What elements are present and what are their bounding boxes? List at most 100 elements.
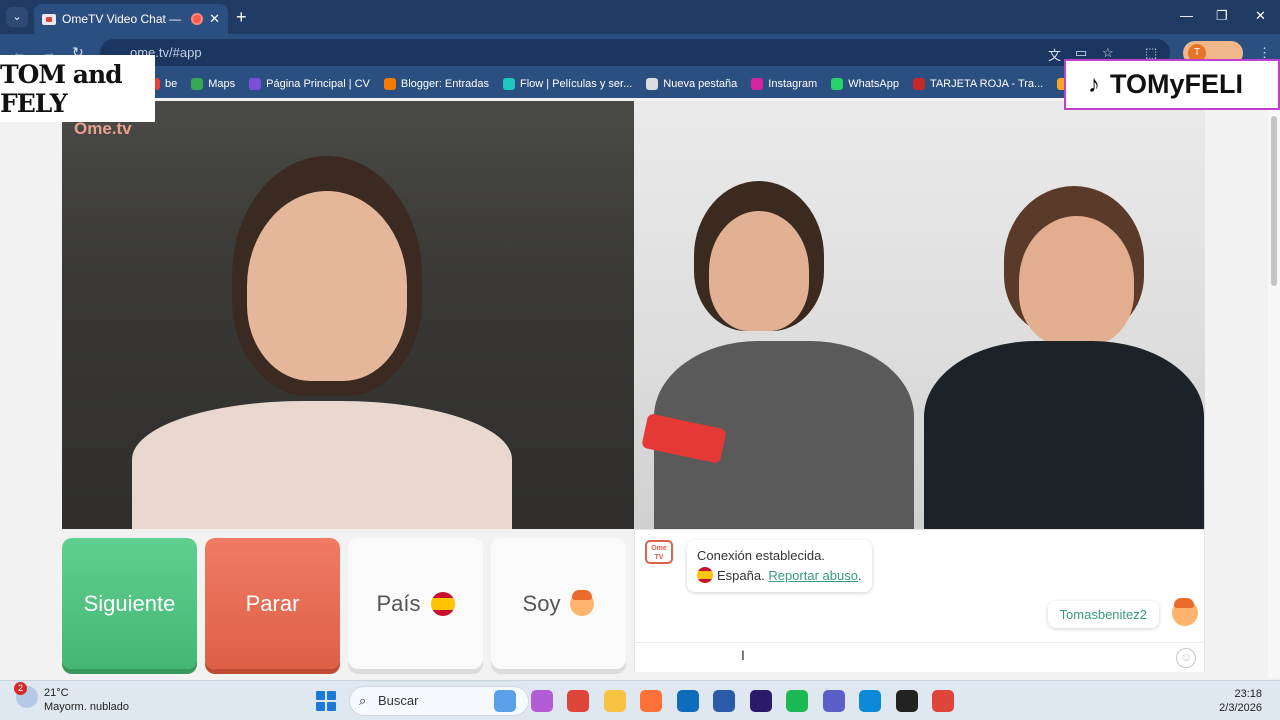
- local-video: Ome.tv: [62, 101, 634, 529]
- chrome-profile-icon[interactable]: [932, 690, 954, 712]
- bookmark-item[interactable]: TARJETA ROJA - Tra...: [912, 78, 1044, 90]
- taskbar: 2 21°C Mayorm. nublado ⌕ Buscar 23:18 2/3…: [0, 680, 1280, 720]
- bookmark-label: WhatsApp: [848, 78, 899, 90]
- next-label: Siguiente: [83, 590, 176, 616]
- recording-icon: [191, 13, 204, 25]
- country-line: España. Reportar abuso.: [697, 566, 862, 586]
- bookmark-favicon-icon: [646, 78, 659, 90]
- restore-icon[interactable]: ❐: [1216, 8, 1228, 24]
- youtube-favicon-icon: [42, 13, 56, 25]
- translate-icon[interactable]: 文: [1048, 45, 1061, 64]
- tom-and-fely-logo: TOM and FELY: [0, 55, 155, 122]
- bookmark-label: Instagram: [768, 78, 818, 90]
- country-button[interactable]: País: [348, 538, 483, 669]
- bookmark-favicon-icon: [831, 78, 844, 90]
- bookmark-label: Página Principal | CV: [266, 78, 370, 90]
- chat-panel: Ome TV Conexión establecida. España. Rep…: [634, 529, 1205, 672]
- logo-text: TOM and FELY: [0, 59, 123, 118]
- soy-label: Soy: [522, 590, 561, 616]
- bookmark-favicon-icon: [751, 78, 764, 90]
- bookmark-label: Flow | Películas y ser...: [519, 78, 633, 90]
- bookmark-favicon-icon: [383, 78, 396, 90]
- report-suffix: .: [857, 568, 862, 583]
- page-scrollbar[interactable]: [1268, 98, 1280, 678]
- start-windows-icon[interactable]: [316, 691, 336, 711]
- knees-shape: [132, 401, 512, 529]
- bookmark-label: Blogger: Entradas: [400, 78, 489, 90]
- date: 2/3/2026: [1219, 702, 1262, 714]
- report-abuse-link[interactable]: Reportar abuso: [768, 568, 858, 583]
- user-avatar-icon: [1172, 598, 1198, 626]
- tiktok-handle: TOMyFELI: [1110, 69, 1244, 99]
- bookmark-item[interactable]: Blogger: Entradas: [383, 78, 489, 90]
- weather-widget[interactable]: 2 21°C Mayorm. nublado: [14, 682, 129, 714]
- window-close-icon[interactable]: ✕: [1255, 8, 1266, 24]
- username-bubble[interactable]: Tomasbenitez2: [1047, 601, 1159, 628]
- weather-desc: Mayorm. nublado: [44, 701, 129, 713]
- country-label: País: [376, 590, 421, 616]
- jersey-shape-right: [924, 341, 1204, 529]
- clock[interactable]: 23:18 2/3/2026: [1219, 687, 1262, 715]
- ometv-watermark: Ome.tv: [74, 119, 132, 138]
- gallery-app-icon[interactable]: [494, 690, 516, 712]
- media-app-icon[interactable]: [895, 690, 918, 712]
- store-icon[interactable]: [713, 690, 735, 712]
- temperature: 21°C: [44, 687, 69, 699]
- tiktok-overlay: ♪ TOMyFELI: [1064, 59, 1280, 110]
- scrollbar-thumb[interactable]: [1271, 116, 1277, 286]
- gender-button[interactable]: Soy: [491, 538, 626, 669]
- connection-status: Conexión establecida.: [697, 548, 825, 563]
- premiere-icon[interactable]: [749, 690, 772, 712]
- minimize-icon[interactable]: —: [1180, 8, 1193, 23]
- bookmark-favicon-icon: [191, 78, 204, 90]
- search-placeholder: Buscar: [378, 693, 419, 708]
- bookmark-item[interactable]: Maps: [191, 78, 235, 90]
- weather-badge: 2: [14, 682, 27, 695]
- tab-search-icon[interactable]: ⌄: [6, 7, 28, 27]
- edge-icon[interactable]: [859, 690, 881, 712]
- copilot-icon[interactable]: [530, 690, 553, 712]
- remote-video: [634, 101, 1205, 529]
- tab-close-icon[interactable]: ✕: [209, 11, 220, 27]
- outlook-icon[interactable]: [676, 690, 699, 712]
- file-explorer-icon[interactable]: [603, 690, 626, 712]
- chrome-icon[interactable]: [567, 690, 589, 712]
- cloud-icon: 2: [14, 682, 38, 708]
- address-bar[interactable]: ome.tv/#app: [100, 39, 1170, 66]
- bookmark-label: be: [165, 78, 178, 90]
- spain-flag-icon: [430, 591, 455, 616]
- bookmark-favicon-icon: [912, 78, 925, 90]
- browser-tabstrip: ⌄ OmeTV Video Chat — Ome ✕ + — ❐ ✕: [0, 0, 1280, 34]
- ometv-tv-icon: Ome TV: [645, 540, 673, 564]
- text-cursor-icon: I: [741, 647, 745, 663]
- face-shape-right: [1019, 216, 1134, 346]
- country-name: España.: [717, 568, 765, 583]
- bookmark-item[interactable]: WhatsApp: [831, 78, 899, 90]
- face-shape-left: [709, 211, 809, 331]
- bookmark-label: Nueva pestaña: [663, 78, 738, 90]
- search-icon: ⌕: [359, 693, 367, 708]
- next-button[interactable]: Siguiente: [62, 538, 197, 669]
- bookmark-item[interactable]: Página Principal | CV: [249, 78, 370, 90]
- stop-button[interactable]: Parar: [205, 538, 340, 669]
- new-tab-button[interactable]: +: [236, 7, 247, 28]
- spotify-icon[interactable]: [786, 690, 808, 712]
- firefox-icon[interactable]: [640, 690, 662, 712]
- tab-ometv[interactable]: OmeTV Video Chat — Ome ✕: [34, 4, 228, 34]
- time: 23:18: [1234, 688, 1262, 700]
- system-message: Conexión establecida. España. Reportar a…: [687, 540, 872, 592]
- stop-label: Parar: [245, 590, 300, 616]
- chat-input[interactable]: I ☺: [635, 642, 1204, 672]
- bookmark-label: TARJETA ROJA - Tra...: [929, 78, 1044, 90]
- bookmark-favicon-icon: [249, 78, 262, 90]
- bookmark-item[interactable]: Instagram: [751, 78, 817, 90]
- teams-icon[interactable]: [822, 690, 845, 712]
- bookmark-label: Maps: [208, 78, 236, 90]
- tab-title: OmeTV Video Chat — Ome: [62, 12, 185, 26]
- face-shape: [247, 191, 407, 381]
- bookmark-item[interactable]: Nueva pestaña: [646, 78, 737, 90]
- bookmark-item[interactable]: Flow | Películas y ser...: [502, 78, 633, 90]
- spain-flag-icon: [697, 567, 713, 583]
- emoji-icon[interactable]: ☺: [1176, 648, 1196, 668]
- bookmark-favicon-icon: [502, 78, 515, 90]
